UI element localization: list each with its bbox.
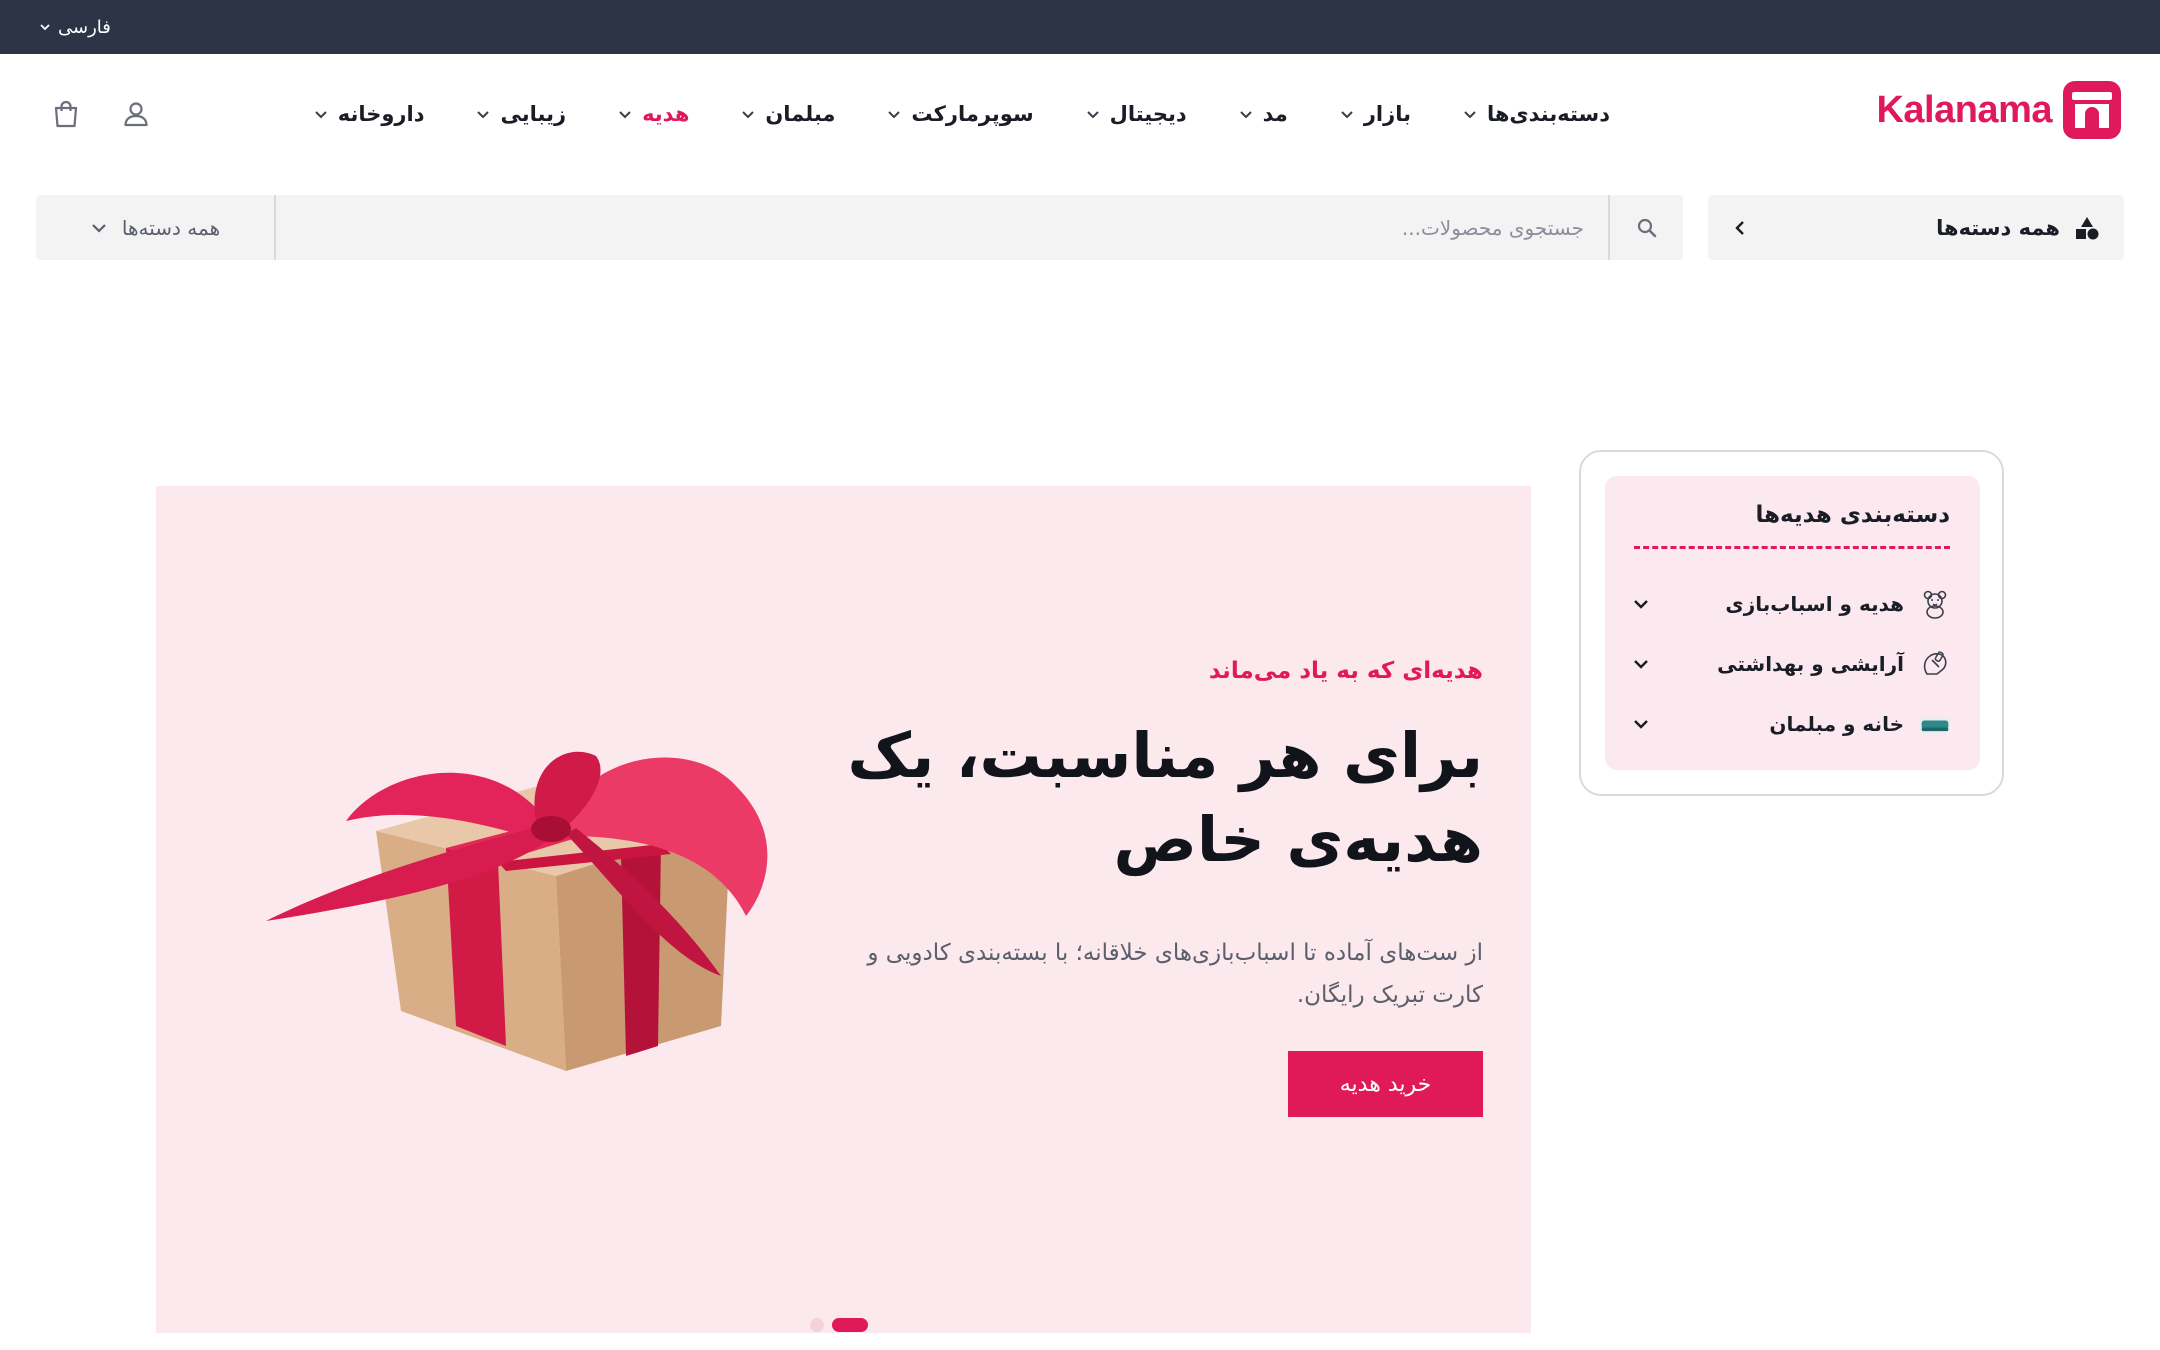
carousel-dot-2[interactable]: [832, 1318, 868, 1332]
chevron-down-icon: [888, 111, 901, 119]
nav-item-label: هدیه: [642, 102, 690, 126]
language-selector[interactable]: فارسی: [40, 14, 111, 40]
search-category-select[interactable]: همه دسته‌ها: [36, 195, 276, 260]
nav-item-label: دسته‌بندی‌ها: [1486, 102, 1610, 126]
nav-item-beauty[interactable]: زیبایی: [476, 102, 566, 126]
chevron-left-icon: [1735, 220, 1744, 235]
side-item-gifts-toys[interactable]: هدیه و اسباب‌بازی: [1632, 582, 1952, 626]
chevron-down-icon: [619, 111, 631, 119]
all-categories-label: همه دسته‌ها: [1936, 215, 2060, 240]
nav-item-label: مبلمان: [765, 102, 836, 126]
user-icon: [124, 102, 148, 127]
gift-categories-title: دسته‌بندی هدیه‌ها: [1755, 502, 1950, 528]
main-nav: دسته‌بندی‌ها بازار مد دیجیتال سوپرمارکت …: [314, 92, 1610, 136]
side-item-label: خانه و مبلمان: [1769, 712, 1904, 736]
nav-item-furniture[interactable]: مبلمان: [741, 102, 835, 126]
chevron-down-icon: [1464, 111, 1476, 119]
top-bar: فارسی: [0, 0, 2160, 54]
chevron-down-icon: [1634, 600, 1648, 609]
nav-item-gift[interactable]: هدیه: [618, 102, 689, 126]
nav-item-label: زیبایی: [500, 102, 567, 126]
carousel-dot-1[interactable]: [810, 1318, 824, 1332]
search-input[interactable]: [276, 195, 1608, 260]
side-item-label: آرایشی و بهداشتی: [1717, 652, 1904, 676]
nav-item-label: بازار: [1363, 102, 1411, 126]
nav-item-bazaar[interactable]: بازار: [1340, 102, 1411, 126]
teddy-bear-icon: [1918, 587, 1952, 621]
header-actions: [48, 96, 154, 132]
chevron-down-icon: [1239, 111, 1252, 119]
gift-box-image: [266, 751, 768, 1071]
nav-item-fashion[interactable]: مد: [1239, 102, 1288, 126]
side-item-label: هدیه و اسباب‌بازی: [1725, 592, 1904, 616]
chevron-down-icon: [1634, 660, 1648, 669]
logo-text: Kalanama: [1876, 88, 2052, 131]
carousel-dots: [810, 1318, 868, 1332]
chevron-down-icon: [40, 24, 50, 31]
hero-title: برای هر مناسبت، یک هدیه‌ی خاص: [847, 719, 1483, 876]
cart-button[interactable]: [48, 96, 84, 132]
nav-item-label: دیجیتال: [1109, 102, 1187, 126]
shapes-icon: [2076, 216, 2099, 239]
gift-categories-card: دسته‌بندی هدیه‌ها هدیه و اسباب‌بازی آرای…: [1579, 450, 2004, 796]
nav-item-label: داروخانه: [337, 102, 425, 126]
chevron-down-icon: [1086, 111, 1099, 119]
nav-item-label: مد: [1262, 102, 1288, 126]
store-logo-icon: [2063, 81, 2121, 139]
sofa-icon: [1918, 707, 1952, 741]
language-label: فارسی: [58, 16, 111, 38]
chevron-down-icon: [742, 111, 755, 119]
chevron-down-icon: [315, 111, 327, 119]
shopping-bag-icon: [54, 100, 78, 128]
side-item-cosmetics[interactable]: آرایشی و بهداشتی: [1632, 642, 1952, 686]
cosmetics-hand-icon: [1918, 647, 1952, 681]
search-category-label: همه دسته‌ها: [121, 215, 221, 240]
buy-gift-button[interactable]: خرید هدیه: [1288, 1051, 1483, 1117]
side-item-home-furniture[interactable]: خانه و مبلمان: [1632, 702, 1952, 746]
hero-banner: هدیه‌ای که به یاد می‌ماند برای هر مناسبت…: [156, 486, 1531, 1333]
nav-item-label: سوپرمارکت: [911, 102, 1034, 126]
nav-item-supermarket[interactable]: سوپرمارکت: [887, 102, 1034, 126]
chevron-down-icon: [92, 223, 106, 233]
search-icon: [1637, 218, 1656, 237]
hero-subtitle: هدیه‌ای که به یاد می‌ماند: [1208, 658, 1483, 684]
search-bar: همه دسته‌ها: [36, 195, 1683, 260]
hero-description: از ست‌های آماده تا اسباب‌بازی‌های خلاقان…: [867, 940, 1483, 1008]
nav-item-pharmacy[interactable]: داروخانه: [314, 102, 425, 126]
nav-item-digital[interactable]: دیجیتال: [1086, 102, 1187, 126]
account-button[interactable]: [118, 96, 154, 132]
chevron-down-icon: [1341, 111, 1353, 119]
dashed-divider: [1634, 546, 1950, 549]
chevron-down-icon: [477, 111, 490, 119]
chevron-down-icon: [1634, 720, 1648, 729]
gift-categories-panel: دسته‌بندی هدیه‌ها هدیه و اسباب‌بازی آرای…: [1605, 476, 1980, 770]
nav-item-categories[interactable]: دسته‌بندی‌ها: [1463, 102, 1610, 126]
search-button[interactable]: [1608, 195, 1683, 260]
logo[interactable]: Kalanama: [1876, 80, 2122, 140]
all-categories-button[interactable]: همه دسته‌ها: [1708, 195, 2124, 260]
